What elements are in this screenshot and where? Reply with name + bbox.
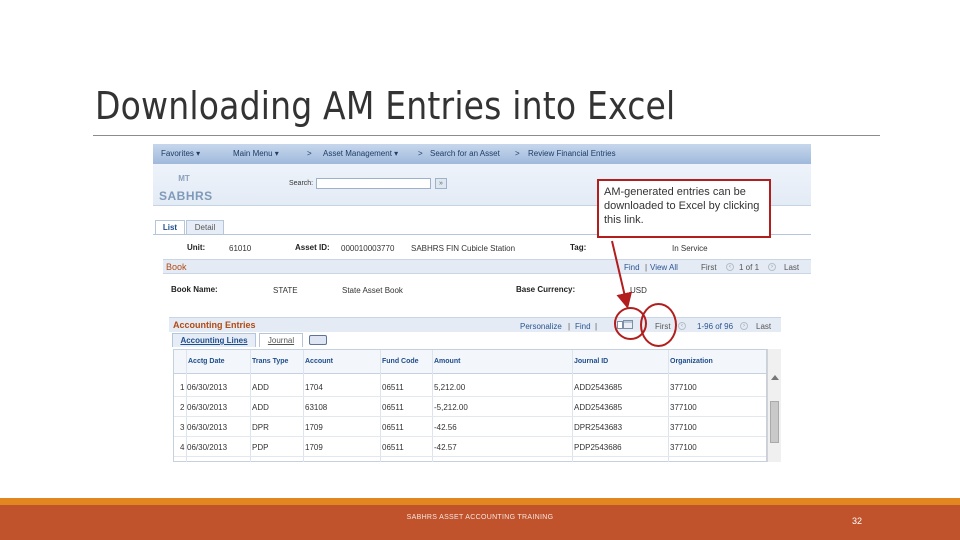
footer-accent-bar xyxy=(0,498,960,505)
footer-text: SABHRS ASSET ACCOUNTING TRAINING xyxy=(406,514,554,521)
slide-footer xyxy=(0,505,960,540)
callout-arrow xyxy=(611,240,633,309)
page-number: 32 xyxy=(852,516,863,526)
